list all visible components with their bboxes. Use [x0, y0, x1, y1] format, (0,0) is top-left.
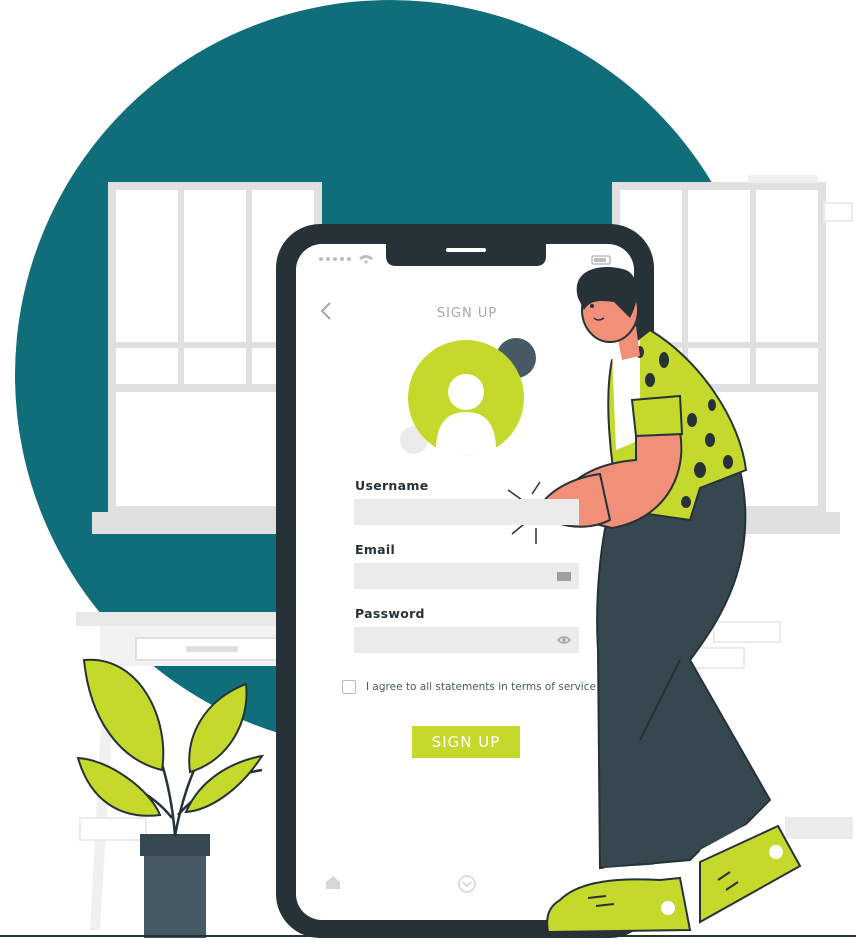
bottom-nav-home[interactable] [324, 874, 342, 890]
eye-icon[interactable] [557, 635, 571, 645]
email-field[interactable] [354, 563, 579, 589]
username-field[interactable] [354, 499, 579, 525]
password-field[interactable] [354, 627, 579, 653]
page-title: SIGN UP [436, 306, 498, 321]
username-label: Username [355, 478, 429, 493]
terms-label: I agree to all statements in terms of se… [366, 681, 596, 693]
chevron-left-icon [320, 302, 331, 320]
envelope-icon [557, 572, 571, 581]
background-illustration [0, 0, 856, 940]
email-label: Email [355, 542, 396, 557]
password-label: Password [355, 606, 425, 621]
avatar-upload[interactable] [408, 340, 524, 456]
sign-up-button[interactable]: SIGN UP [412, 726, 520, 758]
chevron-circle-icon [458, 875, 476, 893]
terms-checkbox[interactable] [342, 680, 356, 694]
back-button[interactable] [316, 300, 336, 322]
bottom-nav-middle[interactable] [457, 874, 477, 894]
home-icon [326, 876, 340, 889]
